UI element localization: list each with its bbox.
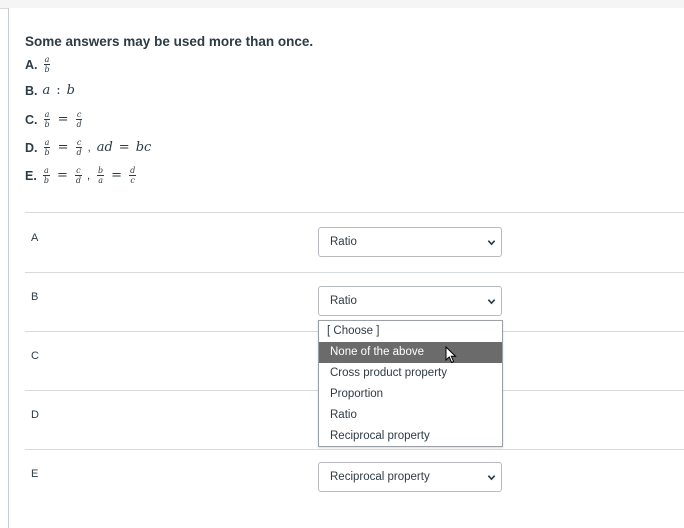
row-label-d: D — [31, 409, 39, 421]
dropdown-list[interactable]: [ Choose ] None of the above Cross produ… — [318, 320, 503, 447]
row-divider — [25, 272, 684, 273]
fraction: cd — [75, 110, 83, 129]
dropdown-option-reciprocal-property[interactable]: Reciprocal property — [319, 426, 502, 447]
select-value: Reciprocal property — [330, 471, 430, 483]
fraction-numerator: a — [43, 138, 51, 148]
row-divider — [25, 449, 684, 450]
option-letter: B. — [25, 83, 38, 98]
fraction-denominator: d — [76, 148, 82, 157]
option-a: A. a b — [25, 55, 52, 74]
fraction-numerator: c — [75, 110, 83, 120]
fraction-numerator: a — [42, 166, 50, 176]
option-e: E. ab = cd , ba = dc — [25, 166, 137, 185]
option-letter: C. — [25, 112, 38, 127]
option-letter: A. — [25, 57, 38, 72]
math-term: b — [66, 83, 75, 98]
dropdown-option-none-of-the-above[interactable]: None of the above — [319, 342, 502, 363]
math-term: bc — [135, 140, 152, 155]
option-b: B. a: b — [25, 83, 75, 98]
fraction-denominator: d — [76, 120, 82, 129]
row-label-a: A — [31, 232, 39, 244]
fraction-numerator: c — [75, 166, 82, 176]
math-operator: = — [56, 168, 68, 183]
row-divider — [25, 212, 684, 213]
fraction-numerator: a — [43, 110, 51, 120]
fraction: ab — [43, 110, 51, 129]
option-d: D. ab = cd , ad = bc — [25, 138, 151, 157]
fraction: cd — [75, 138, 83, 157]
select-value: Ratio — [330, 236, 357, 248]
math-term: ad — [96, 140, 113, 155]
answer-select-b[interactable]: Ratio — [318, 286, 502, 316]
math-expression: a: b — [43, 83, 75, 98]
fraction-numerator: a — [43, 55, 51, 65]
question-panel — [8, 8, 684, 528]
math-separator: , — [87, 141, 91, 154]
row-label-c: C — [31, 350, 39, 362]
math-operator: : — [56, 83, 61, 98]
fraction-denominator: b — [44, 65, 50, 74]
fraction-denominator: d — [75, 176, 81, 185]
dropdown-option-proportion[interactable]: Proportion — [319, 384, 502, 405]
fraction-denominator: b — [44, 120, 50, 129]
answer-select-a[interactable]: Ratio — [318, 227, 502, 257]
fraction-numerator: c — [75, 138, 83, 148]
fraction: ab — [42, 166, 50, 185]
row-label-e: E — [31, 468, 39, 480]
dropdown-option-ratio[interactable]: Ratio — [319, 405, 502, 426]
fraction-denominator: c — [130, 176, 135, 185]
fraction-denominator: b — [44, 148, 50, 157]
math-operator: = — [57, 112, 69, 127]
fraction: ba — [97, 166, 105, 185]
option-c: C. ab = cd — [25, 110, 84, 129]
row-label-b: B — [31, 291, 39, 303]
instruction-text: Some answers may be used more than once. — [25, 34, 314, 49]
math-separator: , — [86, 169, 91, 182]
fraction-denominator: b — [43, 176, 49, 185]
math-expression: ad = bc — [97, 140, 152, 155]
math-operator: = — [118, 140, 130, 155]
chevron-down-icon — [487, 240, 496, 246]
dropdown-option-cross-product-property[interactable]: Cross product property — [319, 363, 502, 384]
fraction: dc — [129, 166, 137, 185]
option-letter: D. — [25, 140, 38, 155]
chevron-down-icon — [487, 299, 496, 305]
answer-select-e[interactable]: Reciprocal property — [318, 462, 502, 492]
select-value: Ratio — [330, 295, 357, 307]
fraction: cd — [75, 166, 82, 185]
fraction-numerator: b — [97, 166, 105, 176]
fraction-denominator: a — [98, 176, 103, 185]
chevron-down-icon — [487, 475, 496, 481]
fraction: ab — [43, 138, 51, 157]
fraction: a b — [43, 55, 51, 74]
math-operator: = — [57, 140, 69, 155]
fraction-numerator: d — [129, 166, 137, 176]
mouse-pointer-icon — [445, 346, 457, 364]
dropdown-option-choose[interactable]: [ Choose ] — [319, 321, 502, 342]
math-operator: = — [111, 168, 123, 183]
math-term: a — [42, 83, 51, 98]
option-letter: E. — [25, 168, 37, 183]
